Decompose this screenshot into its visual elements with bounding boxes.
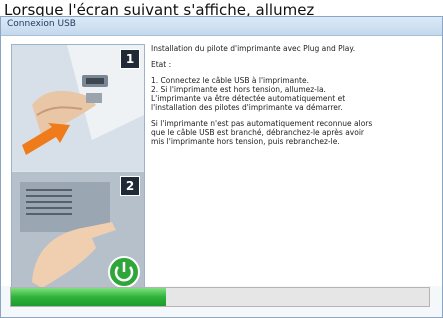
intro-text: Installation du pilote d'imprimante avec… — [151, 44, 356, 53]
note-text-line1: Si l'imprimante n'est pas automatiquemen… — [151, 119, 373, 128]
status-label: Etat : — [151, 60, 172, 69]
progress-fill — [11, 288, 166, 306]
instruction-text: Installation du pilote d'imprimante avec… — [151, 44, 431, 153]
step-number-badge: 1 — [120, 49, 140, 69]
step1-illustration: 1 — [12, 45, 144, 171]
note-text-line2: que le câble USB est branché, débranchez… — [151, 128, 364, 137]
note-text-line3: mis l'imprimante hors tension, puis rebr… — [151, 137, 340, 146]
detect-text-line1: L'imprimante va être détectée automatiqu… — [151, 94, 346, 103]
step-number-badge: 2 — [120, 176, 140, 196]
instruction-illustration: 1 2 — [11, 44, 145, 291]
detect-text-line2: l'installation des pilotes d'imprimante … — [151, 103, 343, 112]
dialog-content: 1 2 Installation du pilote d'imprimante … — [1, 36, 442, 291]
dialog-title: Connexion USB — [7, 19, 76, 29]
step2-illustration: 2 — [12, 172, 144, 290]
step1-text: 1. Connectez le câble USB à l'imprimante… — [151, 76, 309, 85]
usb-connection-dialog: Connexion USB 1 2 Installation du pilote… — [0, 16, 443, 318]
step2-text: 2. Si l'imprimante est hors tension, all… — [151, 85, 326, 94]
installation-progress-bar — [10, 287, 430, 307]
dialog-titlebar: Connexion USB — [1, 17, 442, 36]
